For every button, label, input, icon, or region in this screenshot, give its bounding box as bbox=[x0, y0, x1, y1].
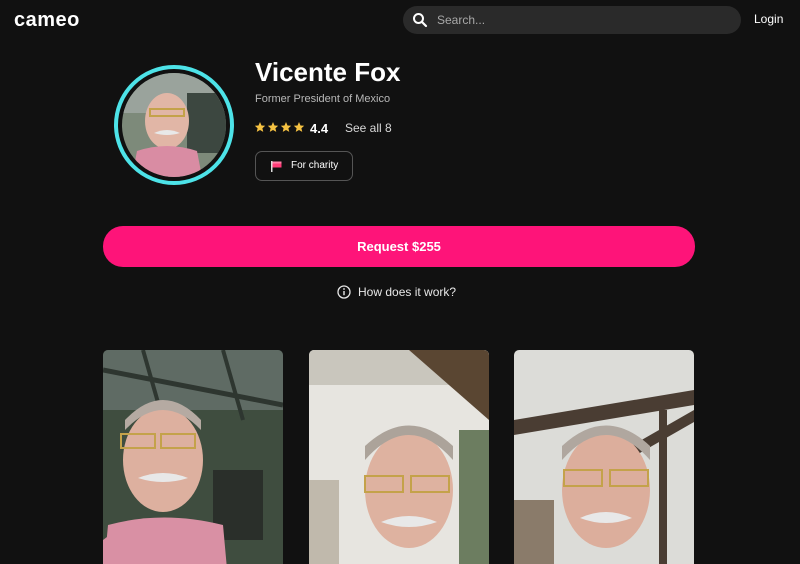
how-it-works-link[interactable]: How does it work? bbox=[337, 285, 456, 299]
profile-subtitle: Former President of Mexico bbox=[255, 93, 391, 105]
login-link[interactable]: Login bbox=[754, 12, 783, 26]
star-icon bbox=[280, 122, 292, 132]
flag-icon bbox=[271, 161, 282, 172]
search-input[interactable] bbox=[437, 10, 727, 30]
see-all-reviews-link[interactable]: See all 8 bbox=[345, 121, 392, 135]
info-icon bbox=[337, 285, 351, 299]
avatar-photo bbox=[122, 73, 226, 177]
search-bar[interactable] bbox=[403, 6, 741, 34]
video-thumbnail[interactable] bbox=[103, 350, 283, 564]
search-icon bbox=[413, 13, 428, 28]
request-button[interactable]: Request $255 bbox=[103, 226, 695, 267]
how-it-works-label: How does it work? bbox=[358, 285, 457, 299]
rating-stars bbox=[254, 121, 305, 133]
avatar bbox=[114, 65, 234, 185]
profile-name: Vicente Fox bbox=[255, 57, 401, 87]
star-icon bbox=[293, 122, 305, 132]
star-icon bbox=[254, 122, 266, 132]
for-charity-badge[interactable]: For charity bbox=[255, 151, 353, 181]
rating-value: 4.4 bbox=[310, 121, 329, 136]
cameo-logo[interactable]: cameo bbox=[14, 9, 80, 32]
video-thumbnail[interactable] bbox=[309, 350, 489, 564]
video-thumbnail[interactable] bbox=[514, 350, 694, 564]
star-icon bbox=[267, 122, 279, 132]
for-charity-label: For charity bbox=[291, 160, 339, 171]
